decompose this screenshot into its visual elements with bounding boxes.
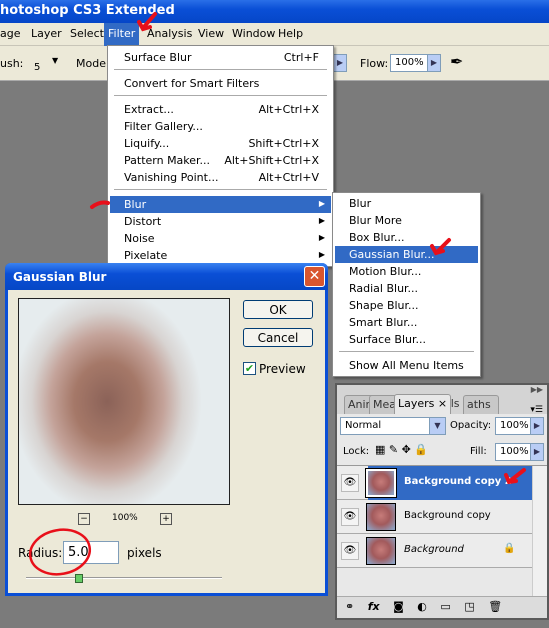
annotation-overlay — [28, 12, 526, 576]
red-mark-icon — [90, 200, 110, 209]
red-arrow-icon — [504, 468, 526, 485]
red-circle-annotation — [28, 528, 92, 576]
red-arrow-icon — [137, 12, 157, 32]
red-arrow-icon — [430, 238, 451, 256]
